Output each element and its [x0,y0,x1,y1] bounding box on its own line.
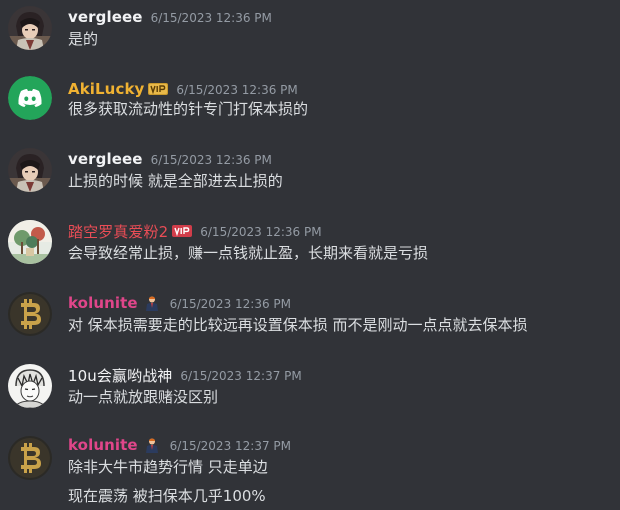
message-header: 踏空罗真爱粉2 6/15/2023 12:36 PM [68,220,322,242]
user-avatar[interactable] [8,148,52,192]
message-header: vergleee 6/15/2023 12:36 PM [68,6,272,28]
bitcoin-coin-avatar-icon [8,436,52,480]
vip-badge-icon [172,223,193,239]
message-header: vergleee 6/15/2023 12:36 PM [68,148,272,170]
author-name[interactable]: kolunite [68,436,138,454]
person-badge-icon [142,437,162,453]
author-name[interactable]: 踏空罗真爱粉2 [68,221,168,242]
message-text: 动一点就放跟赌没区别 [68,388,219,406]
timestamp: 6/15/2023 12:37 PM [180,369,302,383]
author-name[interactable]: vergleee [68,150,143,168]
author-name[interactable]: kolunite [68,294,138,312]
anime-character-avatar-icon [8,148,52,192]
message-header: AkiLucky 6/15/2023 12:36 PM [68,78,298,100]
user-avatar[interactable] [8,220,52,264]
vip-badge-icon [148,81,169,97]
author-name[interactable]: 10u会赢哟战神 [68,365,172,386]
message: vergleee 6/15/2023 12:36 PM 止损的时候 就是全部进去… [0,144,620,206]
message-text: 除非大牛市趋势行情 只走单边 [68,458,268,476]
user-avatar[interactable] [8,436,52,480]
author-name[interactable]: AkiLucky [68,80,144,98]
message: kolunite 6/15/2023 12:36 PM 对 保本损需要走的比较远… [0,288,620,350]
message-text: 很多获取流动性的针专门打保本损的 [68,100,309,118]
message-text: 现在震荡 被扫保本几乎100% [68,487,266,505]
message: 10u会赢哟战神 6/15/2023 12:37 PM 动一点就放跟赌没区别 [0,360,620,422]
user-avatar[interactable] [8,364,52,408]
message: vergleee 6/15/2023 12:36 PM 是的 [0,0,620,62]
timestamp: 6/15/2023 12:36 PM [169,297,292,311]
message-feed: vergleee 6/15/2023 12:36 PM 是的 AkiLucky [0,0,620,510]
message-header: kolunite 6/15/2023 12:37 PM [68,434,291,456]
bitcoin-coin-avatar-icon [8,292,52,336]
message-text: 止损的时候 就是全部进去止损的 [68,172,283,190]
message: 踏空罗真爱粉2 6/15/2023 12:36 PM 会导致经常止损，赚一点钱就… [0,216,620,278]
anime-character-avatar-icon [8,6,52,50]
timestamp: 6/15/2023 12:37 PM [169,439,292,453]
author-name[interactable]: vergleee [68,8,143,26]
person-badge-icon [142,295,162,311]
user-avatar[interactable] [8,76,52,120]
timestamp: 6/15/2023 12:36 PM [200,225,322,239]
message-text: 对 保本损需要走的比较远再设置保本损 而不是刚动一点点就去保本损 [68,316,528,334]
sketch-character-avatar-icon [8,364,52,408]
discord-logo-icon [8,76,52,120]
timestamp: 6/15/2023 12:36 PM [150,11,272,25]
timestamp: 6/15/2023 12:36 PM [150,153,272,167]
timestamp: 6/15/2023 12:36 PM [176,83,298,97]
user-avatar[interactable] [8,6,52,50]
message-text: 会导致经常止损，赚一点钱就止盈，长期来看就是亏损 [68,244,429,262]
landscape-avatar-icon [8,220,52,264]
user-avatar[interactable] [8,292,52,336]
message: AkiLucky 6/15/2023 12:36 PM 很多获取流动性的针专门打… [0,72,620,134]
message-text: 是的 [68,30,99,48]
message: kolunite 6/15/2023 12:37 PM 除非大牛市趋势行情 只走… [0,432,620,510]
message-header: kolunite 6/15/2023 12:36 PM [68,292,291,314]
message-header: 10u会赢哟战神 6/15/2023 12:37 PM [68,364,302,386]
